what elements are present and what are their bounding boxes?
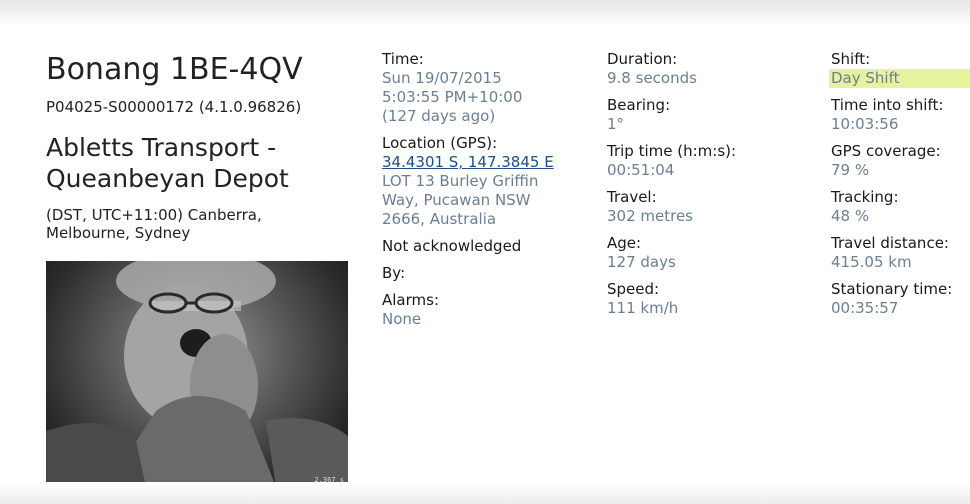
shift-column: Shift: Day Shift Time into shift: 10:03:… <box>829 50 970 326</box>
alarms-value: None <box>382 310 422 328</box>
time-value-age: (127 days ago) <box>382 107 496 125</box>
event-column: Time: Sun 19/07/2015 5:03:55 PM+10:00 (1… <box>382 50 592 337</box>
time-into-shift-value: 10:03:56 <box>831 115 899 133</box>
gps-coordinates-link[interactable]: 34.4301 S, 147.3845 E <box>382 153 592 172</box>
travel-label: Travel: <box>607 188 657 206</box>
duration-value: 9.8 seconds <box>607 69 697 87</box>
time-label: Time: <box>382 50 424 68</box>
stationary-time-label: Stationary time: <box>831 280 953 298</box>
driver-silhouette <box>46 261 348 487</box>
trip-time-label: Trip time (h:m:s): <box>607 142 737 160</box>
tracking-value: 48 % <box>831 207 870 225</box>
gps-coverage-value: 79 % <box>831 161 870 179</box>
shift-label: Shift: <box>831 50 871 68</box>
device-serial: P04025-S00000172 (4.1.0.96826) <box>46 98 302 116</box>
timezone-line-1: (DST, UTC+11:00) Canberra, <box>46 206 262 224</box>
top-shade <box>0 0 970 26</box>
time-value-date: Sun 19/07/2015 <box>382 69 502 87</box>
travel-distance-label: Travel distance: <box>831 234 949 252</box>
time-into-shift-label: Time into shift: <box>831 96 944 114</box>
speed-value: 111 km/h <box>607 299 679 317</box>
trip-column: Duration: 9.8 seconds Bearing: 1° Trip t… <box>607 50 817 326</box>
address-line-2: Way, Pucawan NSW <box>382 191 531 209</box>
bearing-label: Bearing: <box>607 96 671 114</box>
company-name: Abletts Transport - Queanbeyan Depot <box>46 132 366 194</box>
bottom-shade <box>0 482 970 504</box>
driver-camera-image[interactable]: 2.367 s <box>46 261 348 487</box>
alarms-label: Alarms: <box>382 291 440 309</box>
bearing-value: 1° <box>607 115 625 133</box>
tracking-label: Tracking: <box>831 188 899 206</box>
company-line-2: Queanbeyan Depot <box>46 164 289 193</box>
age-value: 127 days <box>607 253 676 271</box>
timezone-line-2: Melbourne, Sydney <box>46 224 191 242</box>
address-line-3: 2666, Australia <box>382 210 497 228</box>
speed-label: Speed: <box>607 280 660 298</box>
travel-value: 302 metres <box>607 207 694 225</box>
gps-coverage-label: GPS coverage: <box>831 142 941 160</box>
vehicle-title: Bonang 1BE-4QV <box>46 52 303 87</box>
by-label: By: <box>382 264 406 282</box>
vehicle-panel: Bonang 1BE-4QV P04025-S00000172 (4.1.0.9… <box>46 52 366 242</box>
time-value-clock: 5:03:55 PM+10:00 <box>382 88 523 106</box>
company-line-1: Abletts Transport - <box>46 133 277 162</box>
travel-distance-value: 415.05 km <box>831 253 912 271</box>
trip-time-value: 00:51:04 <box>607 161 675 179</box>
duration-label: Duration: <box>607 50 678 68</box>
acknowledgement-status: Not acknowledged <box>382 237 522 255</box>
location-label: Location (GPS): <box>382 134 498 152</box>
age-label: Age: <box>607 234 642 252</box>
shift-value: Day Shift <box>829 69 970 88</box>
stationary-time-value: 00:35:57 <box>831 299 899 317</box>
timezone: (DST, UTC+11:00) Canberra, Melbourne, Sy… <box>46 206 366 242</box>
address-line-1: LOT 13 Burley Griffin <box>382 172 539 190</box>
